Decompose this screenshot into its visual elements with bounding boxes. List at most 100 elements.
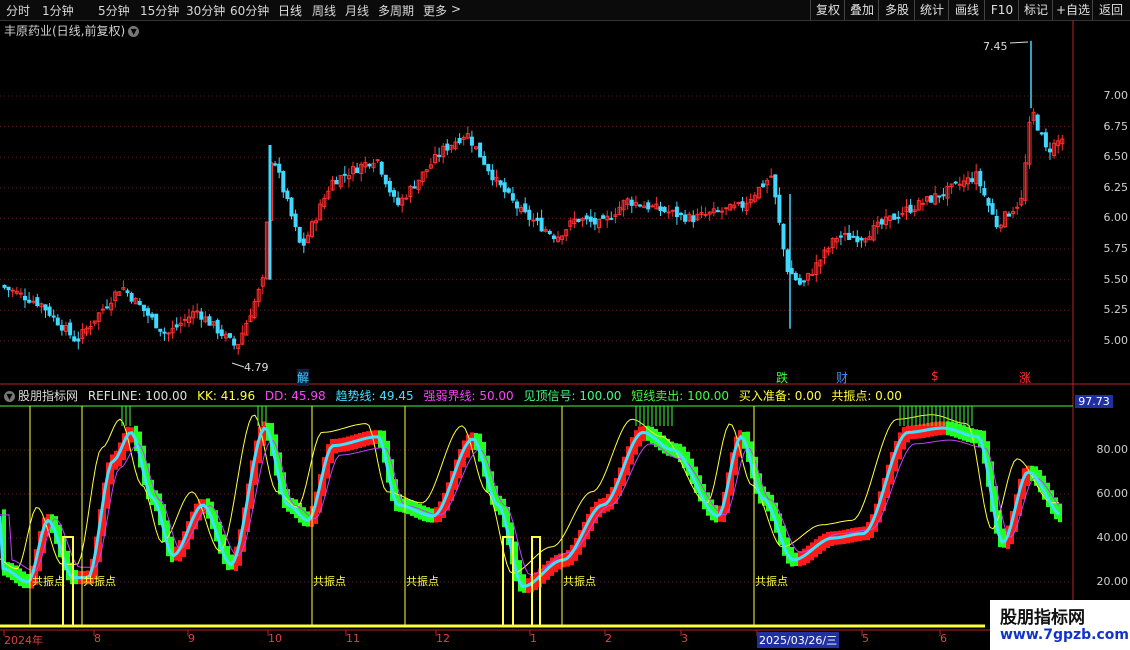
indicator-bar <box>38 531 42 572</box>
restore-rights-button[interactable]: 复权 <box>810 0 845 20</box>
candle <box>383 174 388 188</box>
candle <box>666 205 671 219</box>
indicator-bar <box>726 472 730 513</box>
indicator-bar <box>378 430 382 448</box>
indicator-value: 趋势线: 49.45 <box>335 389 414 403</box>
candle <box>617 201 622 216</box>
statistics-button[interactable]: 统计 <box>914 0 949 20</box>
candle <box>51 309 56 322</box>
finance-marker[interactable]: 财 <box>836 369 848 386</box>
indicator-bar <box>142 445 146 486</box>
candle <box>289 196 294 220</box>
indicator-bar <box>2 509 6 576</box>
candle <box>59 319 64 336</box>
unlock-marker[interactable]: 解 <box>297 369 310 386</box>
indicator-name[interactable]: 股朋指标网 <box>18 389 78 403</box>
candle <box>654 196 659 210</box>
candle <box>949 183 954 194</box>
time-axis-label: 2024年 <box>4 634 43 647</box>
overlay-button[interactable]: 叠加 <box>844 0 879 20</box>
indicator-bar <box>598 498 602 518</box>
f10-button[interactable]: F10 <box>984 0 1019 20</box>
period-30min[interactable]: 30分钟 <box>186 2 225 19</box>
candle <box>834 236 839 250</box>
candle <box>27 292 32 304</box>
candle <box>277 157 282 179</box>
period-5min[interactable]: 5分钟 <box>98 2 130 19</box>
candle <box>223 331 228 342</box>
indicator-bar <box>1030 465 1034 482</box>
period-weekly[interactable]: 周线 <box>312 2 336 19</box>
candle <box>543 226 548 233</box>
indicator-axis-label: 60.00 <box>1096 487 1129 500</box>
period-15min[interactable]: 15分钟 <box>140 2 179 19</box>
indicator-bar <box>474 432 478 451</box>
candle <box>502 177 507 199</box>
indicator-bar <box>814 539 818 558</box>
candle <box>428 158 433 169</box>
dollar-marker[interactable]: $ <box>931 369 939 383</box>
indicator-bar <box>542 564 546 584</box>
period-multi[interactable]: 多周期 <box>378 2 414 19</box>
period-minute[interactable]: 分时 <box>6 2 30 19</box>
mark-button[interactable]: 标记 <box>1018 0 1053 20</box>
indicator-bar <box>130 427 134 443</box>
indicator-bar <box>762 486 766 506</box>
indicator-bar <box>342 437 346 452</box>
candle <box>732 201 737 211</box>
period-daily[interactable]: 日线 <box>278 2 302 19</box>
candle <box>338 174 343 190</box>
candle <box>752 192 757 204</box>
kline-chart <box>0 20 1130 636</box>
candle <box>970 171 975 184</box>
indicator-bar <box>454 459 458 490</box>
indicator-bar <box>806 545 810 564</box>
candle <box>629 196 634 214</box>
candle <box>100 304 105 315</box>
indicator-bar <box>782 525 786 556</box>
fall-marker[interactable]: 跌 <box>776 369 788 386</box>
candle <box>662 205 667 214</box>
indicator-bar <box>358 433 362 448</box>
candle <box>219 324 224 339</box>
indicator-bar <box>162 504 166 543</box>
candle <box>875 216 880 235</box>
candle <box>113 290 118 308</box>
indicator-bar <box>62 537 66 571</box>
indicator-bar <box>526 578 530 593</box>
indicator-bar <box>198 499 202 521</box>
dropdown-icon[interactable]: ▼ <box>128 26 140 37</box>
indicator-bar <box>750 441 754 479</box>
candle <box>1048 142 1052 160</box>
more-chevron-icon[interactable]: > <box>451 2 461 16</box>
candle <box>802 280 806 287</box>
indicator-bar <box>838 530 842 545</box>
candle <box>588 209 593 228</box>
candle <box>170 320 175 339</box>
rise-marker[interactable]: 涨 <box>1019 369 1031 386</box>
indicator-bar <box>494 485 498 512</box>
candle <box>109 297 114 316</box>
indicator-bar <box>202 499 206 515</box>
candle <box>707 211 712 221</box>
indicator-bar <box>710 499 714 521</box>
period-more[interactable]: 更多 <box>423 2 447 19</box>
period-1min[interactable]: 1分钟 <box>42 2 74 19</box>
indicator-bar <box>566 550 570 567</box>
add-watchlist-button[interactable]: +自选 <box>1052 0 1093 20</box>
indicator-bar <box>486 455 490 493</box>
resonance-label: 共振点 <box>563 575 596 588</box>
indicator-menu-icon[interactable]: ▼ <box>4 391 15 402</box>
price-axis-label: 6.00 <box>1103 211 1129 225</box>
indicator-bar <box>426 507 430 523</box>
multi-stock-button[interactable]: 多股 <box>878 0 915 20</box>
indicator-bar <box>882 478 886 511</box>
back-button[interactable]: 返回 <box>1092 0 1129 20</box>
draw-line-button[interactable]: 画线 <box>948 0 985 20</box>
period-monthly[interactable]: 月线 <box>345 2 369 19</box>
indicator-bar <box>278 452 282 495</box>
candle <box>346 168 351 188</box>
candle <box>1002 210 1007 229</box>
period-60min[interactable]: 60分钟 <box>230 2 269 19</box>
candle <box>531 213 536 228</box>
